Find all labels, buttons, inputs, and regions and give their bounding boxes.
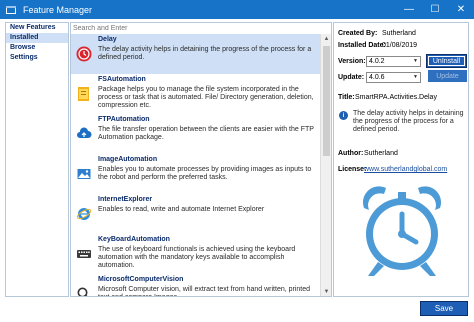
sidebar-item-installed[interactable]: Installed <box>6 33 68 43</box>
close-button[interactable]: ✕ <box>448 0 474 19</box>
feature-description: Enables you to automate processes by pro… <box>98 166 312 181</box>
save-button[interactable]: Save <box>420 301 468 316</box>
feature-description: The file transfer operation between the … <box>98 126 314 141</box>
internet-explorer-icon <box>76 206 92 222</box>
info-icon: i <box>339 111 348 120</box>
update-label: Update: <box>338 74 365 81</box>
feature-description: Microsoft Computer vision, will extract … <box>98 286 311 296</box>
footer-bar <box>0 298 474 322</box>
created-by-value: Sutherland <box>382 30 416 37</box>
minimize-button[interactable]: — <box>396 0 422 19</box>
uninstall-button[interactable]: UnInstall <box>426 54 467 68</box>
list-scrollbar[interactable]: ▲ ▼ <box>320 34 331 296</box>
scroll-thumb[interactable] <box>323 46 330 156</box>
folder-icon <box>76 86 92 102</box>
version-select[interactable]: 4.0.2 ▼ <box>366 56 421 67</box>
title-bar: Feature Manager — ☐ ✕ <box>0 0 474 19</box>
scroll-up-icon[interactable]: ▲ <box>321 34 331 44</box>
sidebar-item-browse[interactable]: Browse <box>6 43 68 53</box>
installed-date-label: Installed Date: <box>338 42 386 49</box>
update-select-value: 4.0.6 <box>369 74 385 81</box>
feature-list: Delay The delay activity helps in detain… <box>71 34 321 296</box>
feature-description: The use of keyboard functionals is achie… <box>98 246 296 269</box>
search-input[interactable] <box>71 23 331 33</box>
delay-icon <box>76 46 92 62</box>
author-label: Author: <box>338 150 364 157</box>
cloud-upload-icon <box>76 126 92 142</box>
feature-item-fsautomation[interactable]: FSAutomation Package helps you to manage… <box>71 74 321 114</box>
feature-name: FSAutomation <box>98 76 146 83</box>
installed-date-value: 01/08/2019 <box>382 42 418 49</box>
app-icon <box>5 4 17 16</box>
feature-name: FTPAutomation <box>98 116 150 123</box>
sidebar-nav: New Features Installed Browse Settings <box>5 22 69 297</box>
magnifier-icon <box>76 286 92 296</box>
maximize-button[interactable]: ☐ <box>422 0 448 19</box>
title-label: Title: <box>338 94 355 101</box>
image-icon <box>76 166 92 182</box>
title-value: SmartRPA.Activities.Delay <box>355 94 437 101</box>
feature-item-microsoftcomputervision[interactable]: MicrosoftComputerVision Microsoft Comput… <box>71 274 321 296</box>
alarm-clock-icon <box>362 186 442 276</box>
license-label: License: <box>338 166 367 173</box>
chevron-down-icon: ▼ <box>413 58 418 64</box>
feature-name: MicrosoftComputerVision <box>98 276 184 283</box>
feature-item-keyboardautomation[interactable]: KeyBoardAutomation The use of keyboard f… <box>71 234 321 274</box>
details-description: The delay activity helps in detaining th… <box>353 110 464 133</box>
window-title: Feature Manager <box>23 4 93 15</box>
feature-item-ftpautomation[interactable]: FTPAutomation The file transfer operatio… <box>71 114 321 154</box>
feature-item-delay[interactable]: Delay The delay activity helps in detain… <box>71 34 321 74</box>
feature-name: ImageAutomation <box>98 156 158 163</box>
keyboard-icon <box>76 246 92 262</box>
sidebar-item-new-features[interactable]: New Features <box>6 23 68 33</box>
feature-list-panel: Delay The delay activity helps in detain… <box>70 22 332 297</box>
scroll-down-icon[interactable]: ▼ <box>321 287 331 296</box>
feature-name: KeyBoardAutomation <box>98 236 170 243</box>
feature-description: Package helps you to manage the file sys… <box>98 86 314 109</box>
feature-item-internetexplorer[interactable]: InternetExplorer Enables to read, write … <box>71 194 321 234</box>
feature-description: Enables to read, write and automate Inte… <box>98 206 265 213</box>
chevron-down-icon: ▼ <box>413 74 418 80</box>
feature-name: Delay <box>98 36 117 43</box>
version-label: Version: <box>338 58 366 65</box>
feature-name: InternetExplorer <box>98 196 153 203</box>
license-link[interactable]: www.sutherlandglobal.com <box>364 166 447 173</box>
update-select[interactable]: 4.0.6 ▼ <box>366 72 421 83</box>
window-controls: — ☐ ✕ <box>396 0 474 19</box>
created-by-label: Created By: <box>338 30 378 37</box>
search-row <box>71 23 331 33</box>
feature-item-imageautomation[interactable]: ImageAutomation Enables you to automate … <box>71 154 321 194</box>
version-select-value: 4.0.2 <box>369 58 385 65</box>
sidebar-item-settings[interactable]: Settings <box>6 53 68 63</box>
author-value: Sutherland <box>364 150 398 157</box>
update-button[interactable]: Update <box>428 70 467 82</box>
feature-description: The delay activity helps in detaining th… <box>98 46 312 61</box>
